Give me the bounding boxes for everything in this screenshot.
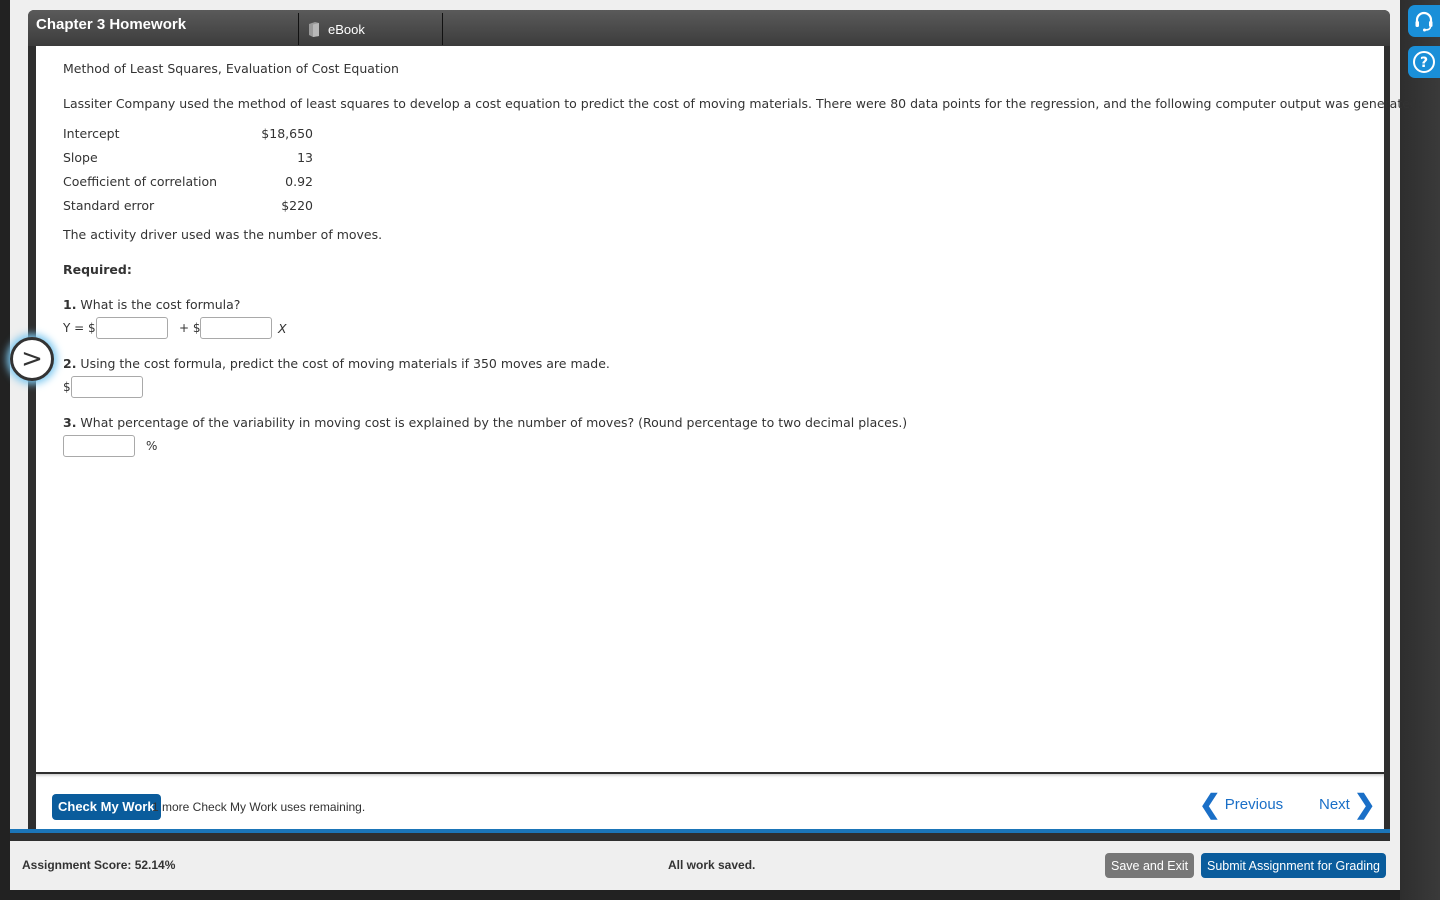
row-label: Standard error: [63, 198, 155, 213]
chevron-right-icon: ❯: [1353, 789, 1376, 819]
row-value: 13: [297, 150, 313, 165]
next-button[interactable]: Next ❯: [1319, 789, 1376, 819]
assignment-window: Chapter 3 Homework eBook Method of Least…: [28, 10, 1422, 832]
dollar-prefix: $: [63, 380, 71, 394]
question-2: 2. Using the cost formula, predict the c…: [63, 356, 610, 371]
tab-ebook-label: eBook: [328, 21, 365, 37]
intercept-input[interactable]: [96, 317, 168, 339]
row-value: $18,650: [261, 126, 313, 141]
help-button[interactable]: ?: [1408, 46, 1440, 78]
right-rail: [1400, 0, 1440, 900]
row-value: $220: [281, 198, 313, 213]
chevron-right-icon: >: [21, 344, 43, 374]
question-number: 1.: [63, 297, 77, 312]
question-content: Method of Least Squares, Evaluation of C…: [36, 46, 1422, 772]
help-icon: ?: [1413, 51, 1435, 73]
save-and-exit-button[interactable]: Save and Exit: [1105, 853, 1195, 878]
expand-panel-button[interactable]: >: [10, 337, 54, 381]
question-number: 2.: [63, 356, 77, 371]
percentage-input[interactable]: [63, 435, 135, 457]
previous-label: Previous: [1224, 795, 1284, 813]
divider-strip: [10, 833, 1390, 841]
check-my-work-button[interactable]: Check My Work: [52, 794, 161, 820]
assignment-title: Chapter 3 Homework: [36, 16, 187, 33]
slope-input[interactable]: [200, 317, 272, 339]
book-icon: [309, 21, 319, 37]
tab-divider: [298, 13, 299, 45]
svg-text:?: ?: [1420, 55, 1428, 71]
tab-divider: [442, 13, 443, 45]
question-text: What percentage of the variability in mo…: [76, 415, 908, 430]
row-value: 0.92: [285, 174, 313, 189]
question-1: 1. What is the cost formula?: [63, 297, 240, 312]
formula-y-prefix: Y = $: [63, 321, 96, 335]
row-label: Intercept: [63, 126, 120, 141]
tab-ebook[interactable]: eBook: [300, 13, 442, 45]
driver-note: The activity driver used was the number …: [63, 227, 383, 242]
question-text: What is the cost formula?: [76, 297, 241, 312]
check-uses-remaining: 1 more Check My Work uses remaining.: [152, 800, 366, 814]
question-text: Using the cost formula, predict the cost…: [76, 356, 610, 371]
required-label: Required:: [63, 262, 132, 277]
assignment-status-bar: Assignment Score: 52.14% All work saved.…: [10, 841, 1400, 890]
question-3: 3. What percentage of the variability in…: [63, 415, 907, 430]
percent-suffix: %: [146, 439, 158, 453]
formula-x-variable: X: [278, 321, 287, 336]
row-label: Slope: [63, 150, 98, 165]
predicted-cost-input[interactable]: [71, 376, 143, 398]
question-footer: Check My Work 1 more Check My Work uses …: [36, 774, 1384, 830]
submit-assignment-button[interactable]: Submit Assignment for Grading: [1201, 853, 1386, 878]
formula-plus: + $: [179, 321, 201, 335]
next-label: Next: [1319, 795, 1350, 813]
problem-heading: Method of Least Squares, Evaluation of C…: [63, 61, 399, 76]
support-button[interactable]: [1408, 5, 1440, 37]
title-bar: Chapter 3 Homework eBook: [28, 10, 1390, 46]
assignment-score: Assignment Score: 52.14%: [22, 858, 176, 872]
row-label: Coefficient of correlation: [63, 174, 218, 189]
problem-intro: Lassiter Company used the method of leas…: [63, 96, 1423, 111]
chevron-left-icon: ❮: [1199, 789, 1221, 819]
question-number: 3.: [63, 415, 77, 430]
previous-button[interactable]: ❮ Previous: [1199, 789, 1284, 819]
save-status: All work saved.: [668, 858, 756, 872]
headset-icon: [1415, 11, 1433, 32]
